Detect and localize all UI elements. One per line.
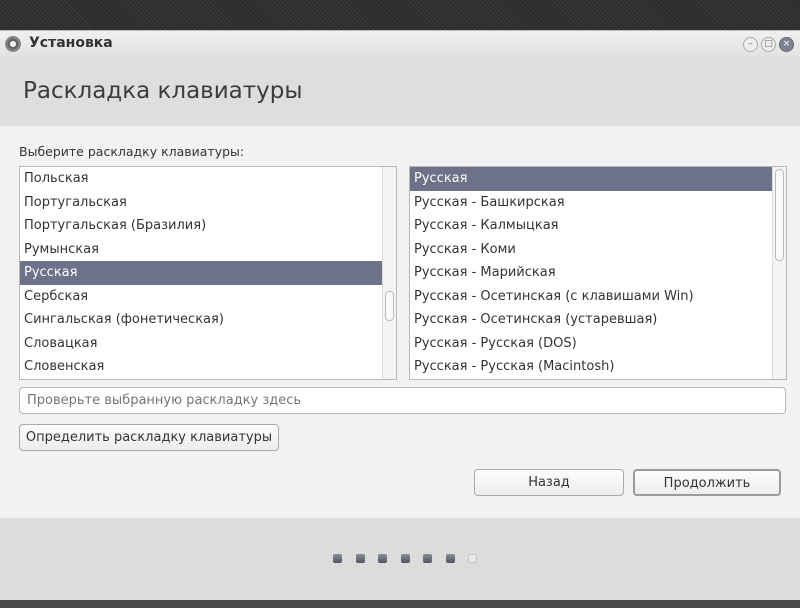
- scrollbar-thumb[interactable]: [385, 291, 394, 321]
- progress-step-dot: [333, 554, 342, 563]
- list-item[interactable]: Русская - Коми: [410, 238, 772, 262]
- progress-step-dot: [423, 554, 432, 563]
- list-item[interactable]: Словацкая: [20, 332, 382, 356]
- progress-step-dot: [445, 554, 455, 563]
- progress-step-dot: [400, 554, 410, 563]
- list-item[interactable]: Португальская: [20, 191, 382, 215]
- layout-prompt: Выберите раскладку клавиатуры:: [19, 144, 245, 159]
- list-item[interactable]: Словенская: [20, 355, 382, 379]
- list-item[interactable]: Русская - Русская (DOS): [410, 332, 772, 356]
- window-titlebar: Установка – □ ×: [0, 30, 800, 57]
- list-item[interactable]: Русская - Калмыцкая: [410, 214, 772, 238]
- progress-step-dot: [378, 554, 387, 563]
- list-item[interactable]: Польская: [20, 167, 382, 191]
- list-item[interactable]: Русская - Марийская: [410, 261, 772, 285]
- desktop-top-panel: [0, 0, 800, 30]
- back-button[interactable]: Назад: [474, 469, 624, 496]
- variant-list-scrollbar[interactable]: [772, 167, 786, 379]
- list-item[interactable]: Русская: [20, 261, 382, 285]
- close-icon[interactable]: ×: [779, 37, 794, 52]
- list-item[interactable]: Русская - Русская (Macintosh): [410, 355, 772, 379]
- test-layout-input[interactable]: [19, 387, 786, 414]
- scrollbar-thumb[interactable]: [775, 169, 784, 261]
- list-item[interactable]: Португальская (Бразилия): [20, 214, 382, 238]
- list-item[interactable]: Русская: [410, 167, 772, 191]
- layout-list-scrollbar[interactable]: [382, 167, 396, 379]
- desktop-bottom-panel: [0, 600, 800, 608]
- list-item[interactable]: Русская - Осетинская (устаревшая): [410, 308, 772, 332]
- layout-list[interactable]: Польская Португальская Португальская (Браз…: [19, 166, 397, 380]
- list-item[interactable]: Румынская: [20, 238, 382, 262]
- list-item[interactable]: Сингальская (фонетическая): [20, 308, 382, 332]
- minimize-icon[interactable]: –: [743, 37, 758, 52]
- maximize-icon[interactable]: □: [761, 37, 776, 52]
- progress-step-dot: [355, 554, 365, 563]
- main-content: Выберите раскладку клавиатуры: Польская П…: [0, 126, 800, 518]
- detect-layout-button[interactable]: Определить раскладку клавиатуры: [19, 424, 279, 451]
- list-item[interactable]: Сербская: [20, 285, 382, 309]
- progress-footer: [0, 518, 800, 600]
- page-header: Раскладка клавиатуры: [0, 57, 800, 126]
- variant-list[interactable]: Русская Русская - Башкирская Русская - Кал…: [409, 166, 787, 380]
- progress-step-dot: [468, 554, 477, 563]
- installer-app-icon: [5, 36, 21, 52]
- page-title: Раскладка клавиатуры: [23, 78, 303, 104]
- list-item[interactable]: Русская - Башкирская: [410, 191, 772, 215]
- continue-button[interactable]: Продолжить: [633, 469, 781, 496]
- window-title: Установка: [29, 35, 113, 51]
- list-item[interactable]: Русская - Осетинская (с клавишами Win): [410, 285, 772, 309]
